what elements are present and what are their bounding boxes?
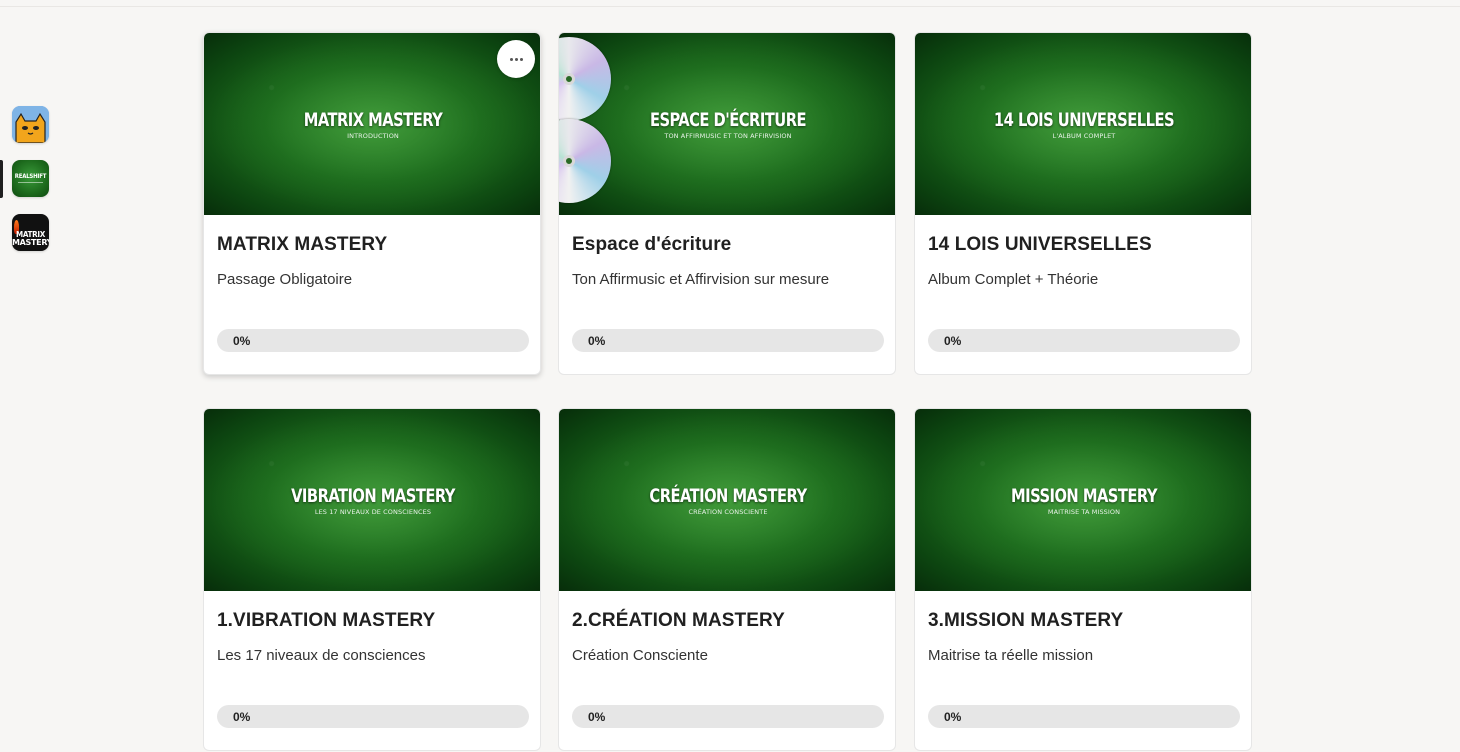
- progress-label: 0%: [588, 334, 606, 348]
- thumbnail-subtitle: L'ALBUM COMPLET: [1052, 132, 1116, 140]
- progress-label: 0%: [233, 334, 251, 348]
- top-divider: [0, 0, 1460, 7]
- course-thumbnail: VIBRATION MASTERY LES 17 NIVEAUX DE CONS…: [204, 409, 540, 591]
- course-thumbnail: ESPACE D'ÉCRITURE TON AFFIRMUSIC ET TON …: [559, 33, 895, 215]
- progress-label: 0%: [944, 334, 962, 348]
- progress-bar: 0%: [928, 329, 1240, 352]
- matrix-mastery-app-icon[interactable]: MATRIX MASTERY: [12, 214, 49, 251]
- thumbnail-subtitle: MAITRISE TA MISSION: [1047, 508, 1121, 516]
- thumbnail-title: MISSION MASTERY: [1011, 485, 1157, 507]
- realshift-app-label: REALSHIFT: [14, 173, 47, 180]
- course-card-espace-ecriture[interactable]: ESPACE D'ÉCRITURE TON AFFIRMUSIC ET TON …: [558, 32, 896, 375]
- progress-bar: 0%: [217, 329, 529, 352]
- progress-bar: 0%: [217, 705, 529, 728]
- course-title: 2.CRÉATION MASTERY: [572, 610, 785, 631]
- cat-face-icon: [12, 106, 49, 143]
- course-card-creation-mastery[interactable]: CRÉATION MASTERY CRÉATION CONSCIENTE 2.C…: [558, 408, 896, 751]
- progress-bar: 0%: [572, 329, 884, 352]
- thumbnail-subtitle: CRÉATION CONSCIENTE: [688, 508, 768, 516]
- realshift-app-icon[interactable]: REALSHIFT: [12, 160, 49, 197]
- thumbnail-subtitle: LES 17 NIVEAUX DE CONSCIENCES: [314, 508, 432, 516]
- thumbnail-title: 14 LOIS UNIVERSELLES: [993, 109, 1175, 131]
- thumbnail-title: MATRIX MASTERY: [303, 109, 443, 131]
- progress-label: 0%: [588, 710, 606, 724]
- active-app-indicator: [0, 160, 3, 198]
- course-thumbnail: 14 LOIS UNIVERSELLES L'ALBUM COMPLET: [915, 33, 1251, 215]
- course-thumbnail: MISSION MASTERY MAITRISE TA MISSION: [915, 409, 1251, 591]
- app-sidebar: REALSHIFT MATRIX MASTERY: [0, 0, 60, 752]
- course-title: MATRIX MASTERY: [217, 234, 388, 255]
- course-card-mission-mastery[interactable]: MISSION MASTERY MAITRISE TA MISSION 3.MI…: [914, 408, 1252, 751]
- course-title: 1.VIBRATION MASTERY: [217, 610, 436, 631]
- course-description: Maitrise ta réelle mission: [928, 647, 1094, 664]
- course-description: Les 17 niveaux de consciences: [217, 647, 426, 664]
- course-title: 3.MISSION MASTERY: [928, 610, 1124, 631]
- thumbnail-subtitle: TON AFFIRMUSIC ET TON AFFIRVISION: [664, 132, 792, 140]
- thumbnail-title: VIBRATION MASTERY: [291, 485, 455, 507]
- course-card-14-lois[interactable]: 14 LOIS UNIVERSELLES L'ALBUM COMPLET 14 …: [914, 32, 1252, 375]
- matrix-app-label-2: MASTERY: [12, 238, 49, 247]
- course-thumbnail: CRÉATION MASTERY CRÉATION CONSCIENTE: [559, 409, 895, 591]
- thumbnail-subtitle: INTRODUCTION: [347, 132, 399, 140]
- course-card-vibration-mastery[interactable]: VIBRATION MASTERY LES 17 NIVEAUX DE CONS…: [203, 408, 541, 751]
- course-card-matrix-mastery[interactable]: MATRIX MASTERY INTRODUCTION MATRIX MASTE…: [203, 32, 541, 375]
- course-title: Espace d'écriture: [572, 234, 732, 255]
- course-description: Création Consciente: [572, 647, 708, 664]
- course-thumbnail: MATRIX MASTERY INTRODUCTION: [204, 33, 540, 215]
- cat-app-icon[interactable]: [12, 106, 49, 143]
- course-description: Passage Obligatoire: [217, 271, 353, 288]
- more-options-button[interactable]: [497, 40, 535, 78]
- realshift-app-underline: [18, 182, 43, 183]
- more-horizontal-icon: [509, 57, 523, 61]
- thumbnail-title: ESPACE D'ÉCRITURE: [649, 109, 807, 131]
- course-description: Ton Affirmusic et Affirvision sur mesure: [572, 271, 830, 288]
- progress-bar: 0%: [928, 705, 1240, 728]
- thumbnail-title: CRÉATION MASTERY: [649, 485, 807, 507]
- course-description: Album Complet + Théorie: [928, 271, 1099, 288]
- progress-bar: 0%: [572, 705, 884, 728]
- progress-label: 0%: [944, 710, 962, 724]
- progress-label: 0%: [233, 710, 251, 724]
- course-title: 14 LOIS UNIVERSELLES: [928, 234, 1152, 255]
